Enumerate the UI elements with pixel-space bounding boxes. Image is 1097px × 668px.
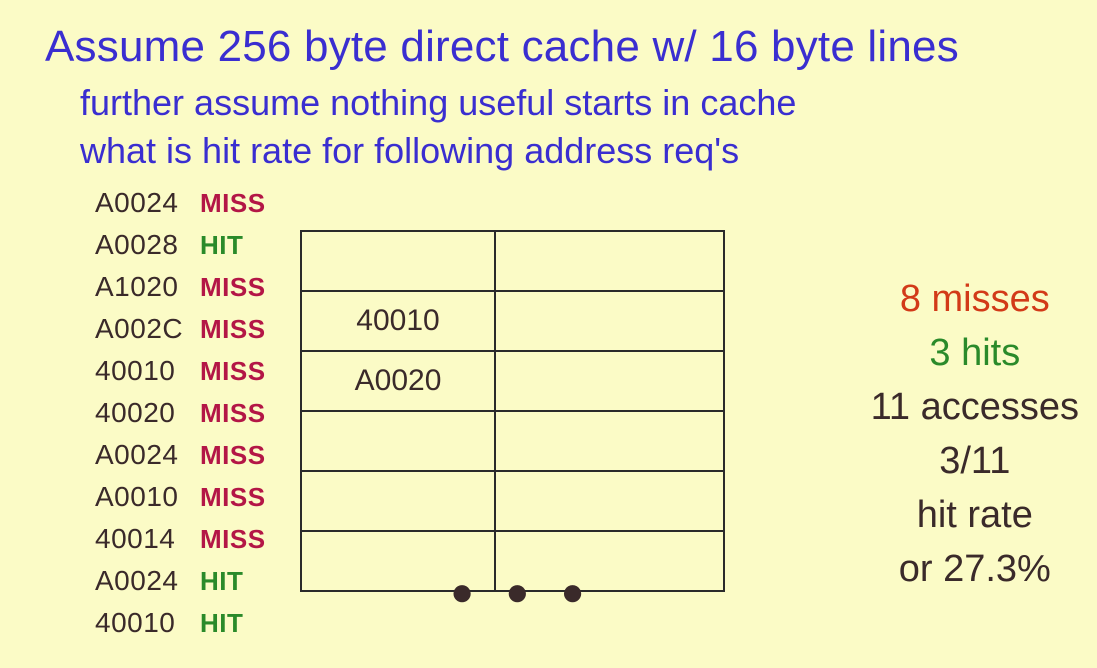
hit-ratio: 3/11 [871,434,1079,488]
hit-count: 3 hits [871,326,1079,380]
summary-stats: 8 misses 3 hits 11 accesses 3/11 hit rat… [871,272,1079,596]
hit-rate-label: hit rate [871,488,1079,542]
access-addr: 40010 [95,602,200,644]
cache-data-cell [495,231,724,291]
access-row: A1020MISS [95,266,266,308]
cache-row: 40010 [301,291,724,351]
access-result: HIT [200,224,243,266]
miss-count: 8 misses [871,272,1079,326]
access-addr: A0010 [95,476,200,518]
access-addr: 40010 [95,350,200,392]
cache-tag-cell: A0020 [301,351,495,411]
access-addr: A002C [95,308,200,350]
access-addr: A0024 [95,560,200,602]
access-row: 40010HIT [95,602,266,644]
access-row: 40014MISS [95,518,266,560]
subtitle-line-1: further assume nothing useful starts in … [80,82,796,124]
access-addr: A1020 [95,266,200,308]
access-row: A0024MISS [95,182,266,224]
access-result: HIT [200,602,243,644]
cache-row [301,411,724,471]
access-result: MISS [200,392,266,434]
access-row: 40020MISS [95,392,266,434]
access-row: A0028HIT [95,224,266,266]
address-sequence: A0024MISS A0028HIT A1020MISS A002CMISS 4… [95,182,266,644]
cache-row [301,231,724,291]
access-row: A0024MISS [95,434,266,476]
cache-tag-cell [301,471,495,531]
cache-tag-cell [301,231,495,291]
access-result: MISS [200,518,266,560]
cache-row: A0020 [301,351,724,411]
cache-row [301,471,724,531]
access-result: MISS [200,350,266,392]
cache-tag-cell [301,411,495,471]
cache-data-cell [495,411,724,471]
access-addr: 40014 [95,518,200,560]
access-result: HIT [200,560,243,602]
access-count: 11 accesses [871,380,1079,434]
access-result: MISS [200,266,266,308]
access-row: 40010MISS [95,350,266,392]
cache-tag-cell: 40010 [301,291,495,351]
access-row: A002CMISS [95,308,266,350]
access-row: A0010MISS [95,476,266,518]
cache-data-cell [495,291,724,351]
access-result: MISS [200,434,266,476]
access-addr: A0024 [95,434,200,476]
access-addr: A0028 [95,224,200,266]
access-row: A0024HIT [95,560,266,602]
access-addr: A0024 [95,182,200,224]
cache-data-cell [495,471,724,531]
access-result: MISS [200,182,266,224]
cache-table: 40010 A0020 [300,230,725,592]
subtitle-line-2: what is hit rate for following address r… [80,130,739,172]
ellipsis-icon: ● ● ● [450,570,595,615]
cache-data-cell [495,351,724,411]
access-addr: 40020 [95,392,200,434]
access-result: MISS [200,308,266,350]
slide-title: Assume 256 byte direct cache w/ 16 byte … [45,22,959,72]
access-result: MISS [200,476,266,518]
hit-rate-percent: or 27.3% [871,542,1079,596]
